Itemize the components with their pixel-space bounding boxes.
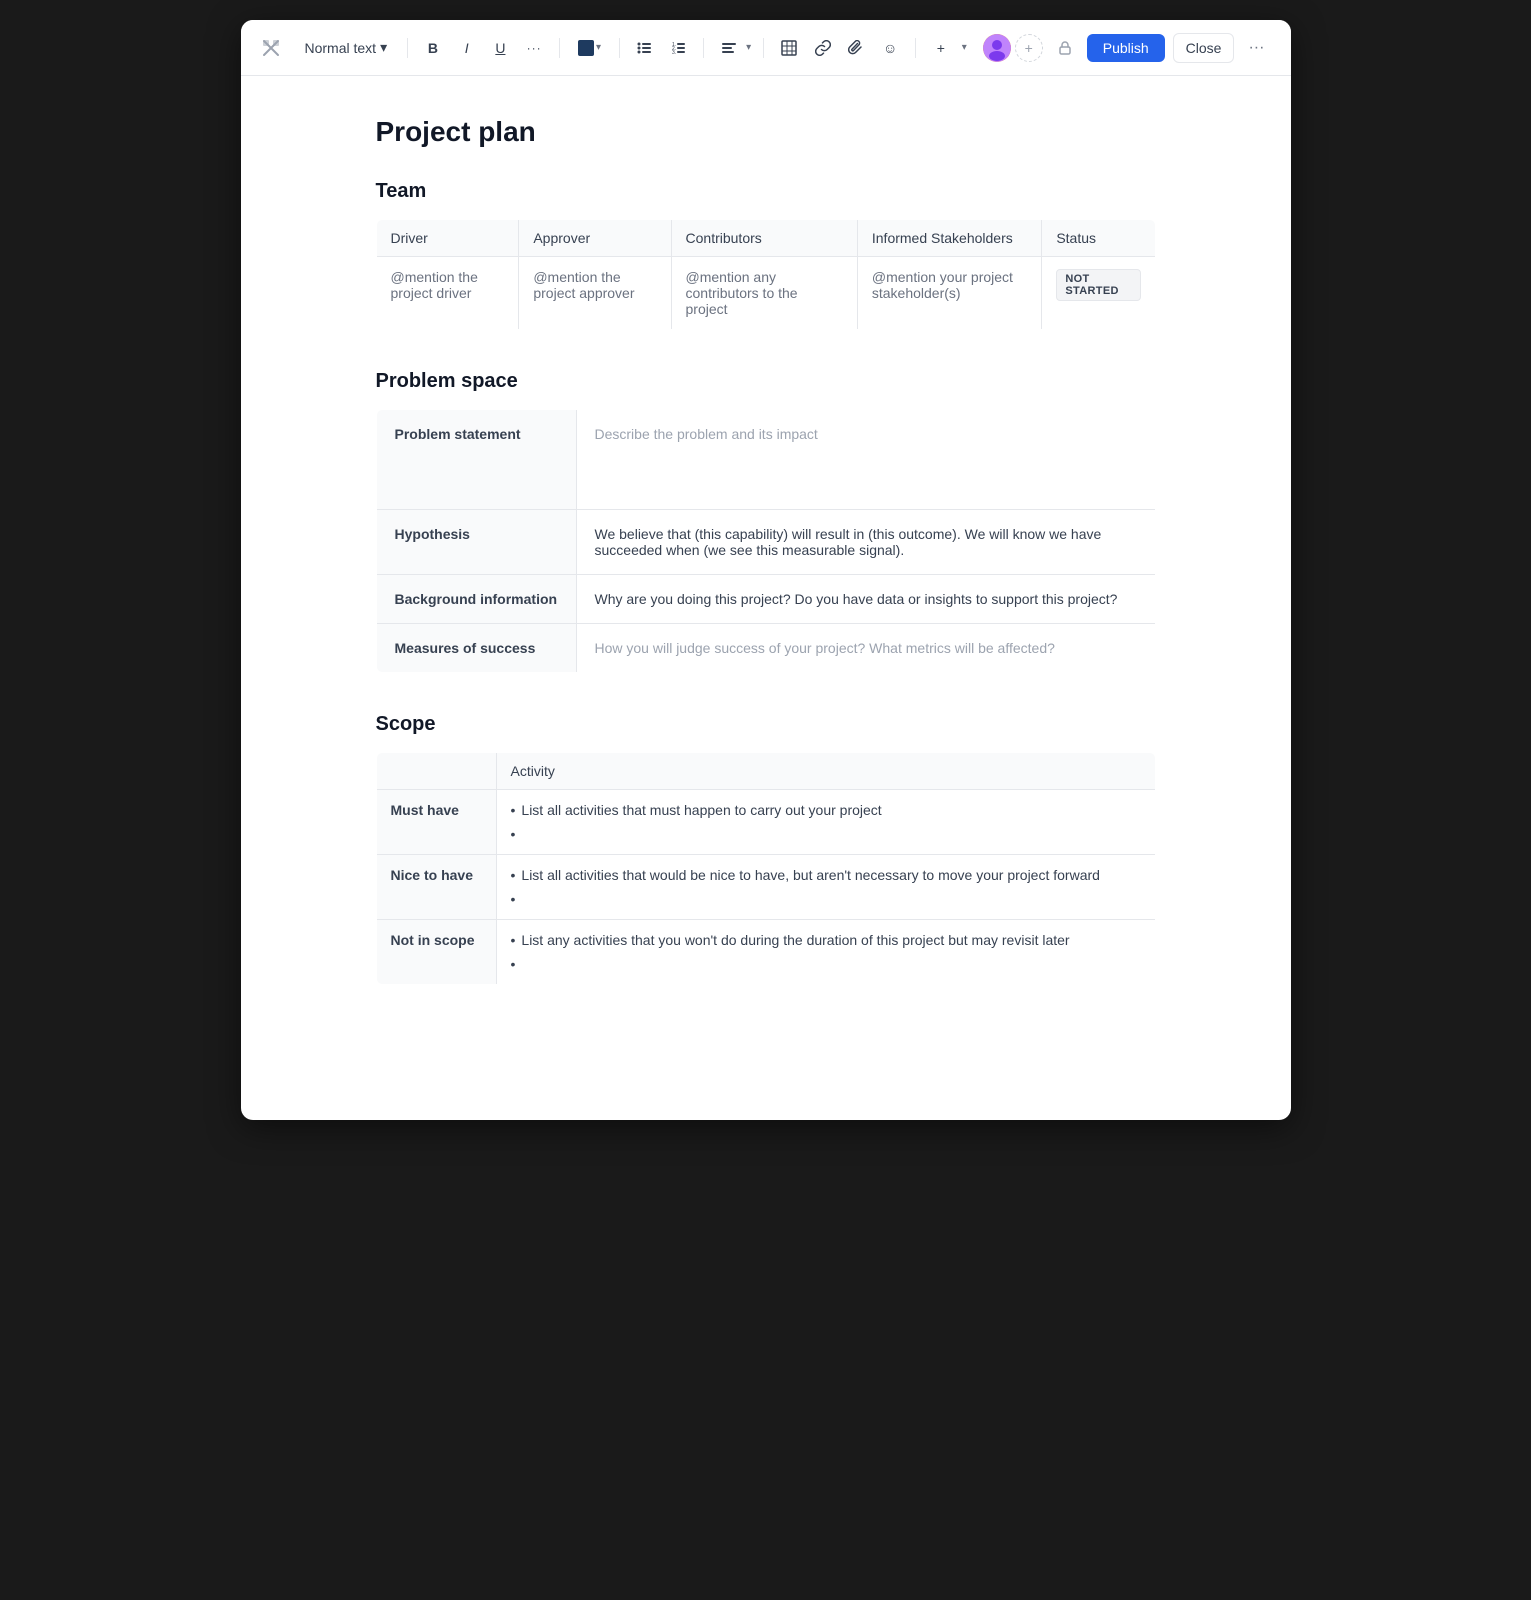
avatar-group: + [983, 34, 1043, 62]
color-swatch [578, 40, 594, 56]
underline-button[interactable]: U [488, 34, 514, 62]
list-item: List any activities that you won't do du… [511, 932, 1141, 948]
svg-text:3.: 3. [672, 50, 676, 56]
list-item: List all activities that would be nice t… [511, 867, 1141, 883]
table-row: Problem statement Describe the problem a… [376, 410, 1155, 510]
lock-button[interactable] [1051, 34, 1079, 62]
table-row: Background information Why are you doing… [376, 575, 1155, 624]
scope-col-label [376, 753, 496, 790]
toolbar-right: + Publish Close ··· [983, 33, 1271, 63]
hypothesis-label: Hypothesis [376, 510, 576, 575]
col-status: Status [1042, 220, 1155, 257]
divider-2 [559, 38, 560, 58]
empty-bullet [511, 891, 1141, 907]
emoji-button[interactable]: ☺ [877, 34, 903, 62]
italic-button[interactable]: I [454, 34, 480, 62]
attachment-button[interactable] [844, 34, 870, 62]
not-in-scope-label: Not in scope [376, 920, 496, 985]
cell-contributors[interactable]: @mention any contributors to the project [671, 257, 857, 330]
cell-status: NOT STARTED [1042, 257, 1155, 330]
scope-col-activity: Activity [496, 753, 1155, 790]
scope-table: Activity Must have List all activities t… [376, 752, 1156, 985]
link-button[interactable] [810, 34, 836, 62]
empty-bullet [511, 956, 1141, 972]
background-value[interactable]: Why are you doing this project? Do you h… [576, 575, 1155, 624]
table-row: @mention the project driver @mention the… [376, 257, 1155, 330]
col-contributors: Contributors [671, 220, 857, 257]
col-informed: Informed Stakeholders [857, 220, 1041, 257]
col-approver: Approver [519, 220, 671, 257]
team-section: Team Driver Approver Contributors Inform… [376, 180, 1156, 330]
col-driver: Driver [376, 220, 519, 257]
add-collaborator-button[interactable]: + [1015, 34, 1043, 62]
color-button[interactable]: ▾ [572, 36, 607, 60]
align-button[interactable] [716, 34, 742, 62]
divider-4 [703, 38, 704, 58]
more-format-button[interactable]: ··· [521, 34, 547, 62]
divider-5 [763, 38, 764, 58]
page-title: Project plan [376, 116, 1156, 148]
table-row: Hypothesis We believe that (this capabil… [376, 510, 1155, 575]
problem-space-section: Problem space Problem statement Describe… [376, 370, 1156, 673]
cell-driver[interactable]: @mention the project driver [376, 257, 519, 330]
nice-to-have-activity[interactable]: List all activities that would be nice t… [496, 855, 1155, 920]
table-row: Nice to have List all activities that wo… [376, 855, 1155, 920]
cell-informed[interactable]: @mention your project stakeholder(s) [857, 257, 1041, 330]
scope-title: Scope [376, 713, 1156, 736]
table-row: Not in scope List any activities that yo… [376, 920, 1155, 985]
must-have-activity[interactable]: List all activities that must happen to … [496, 790, 1155, 855]
scope-section: Scope Activity Must have List all activi… [376, 713, 1156, 985]
table-row: Must have List all activities that must … [376, 790, 1155, 855]
page-content: Project plan Team Driver Approver Contri… [316, 76, 1216, 1025]
cell-approver[interactable]: @mention the project approver [519, 257, 671, 330]
divider-1 [407, 38, 408, 58]
measures-label: Measures of success [376, 624, 576, 673]
problem-statement-value[interactable]: Describe the problem and its impact [576, 410, 1155, 510]
problem-statement-label: Problem statement [376, 410, 576, 510]
more-options-button[interactable]: ··· [1242, 34, 1270, 62]
team-section-title: Team [376, 180, 1156, 203]
list-item: List all activities that must happen to … [511, 802, 1141, 818]
not-in-scope-activity[interactable]: List any activities that you won't do du… [496, 920, 1155, 985]
text-style-chevron: ▾ [380, 39, 387, 56]
status-badge[interactable]: NOT STARTED [1056, 269, 1140, 301]
hypothesis-value[interactable]: We believe that (this capability) will r… [576, 510, 1155, 575]
team-table: Driver Approver Contributors Informed St… [376, 219, 1156, 330]
publish-button[interactable]: Publish [1087, 34, 1165, 62]
table-row: Measures of success How you will judge s… [376, 624, 1155, 673]
close-button[interactable]: Close [1173, 33, 1235, 63]
background-label: Background information [376, 575, 576, 624]
user-avatar [983, 34, 1011, 62]
divider-6 [915, 38, 916, 58]
empty-bullet [511, 826, 1141, 842]
nice-to-have-label: Nice to have [376, 855, 496, 920]
logo-icon [261, 38, 281, 58]
must-have-label: Must have [376, 790, 496, 855]
table-button[interactable] [776, 34, 802, 62]
problem-table: Problem statement Describe the problem a… [376, 409, 1156, 673]
text-style-selector[interactable]: Normal text ▾ [297, 35, 396, 60]
color-chevron: ▾ [596, 42, 601, 53]
bold-button[interactable]: B [420, 34, 446, 62]
align-chevron: ▾ [746, 42, 751, 53]
ordered-list-button[interactable]: 1. 2. 3. [666, 34, 692, 62]
more-insert-button[interactable]: + [928, 34, 954, 62]
main-window: Normal text ▾ B I U ··· ▾ 1. [241, 20, 1291, 1120]
text-style-label: Normal text [305, 40, 377, 56]
unordered-list-button[interactable] [632, 34, 658, 62]
toolbar: Normal text ▾ B I U ··· ▾ 1. [241, 20, 1291, 76]
divider-3 [619, 38, 620, 58]
more-insert-chevron: ▾ [962, 42, 967, 53]
problem-space-title: Problem space [376, 370, 1156, 393]
measures-value[interactable]: How you will judge success of your proje… [576, 624, 1155, 673]
